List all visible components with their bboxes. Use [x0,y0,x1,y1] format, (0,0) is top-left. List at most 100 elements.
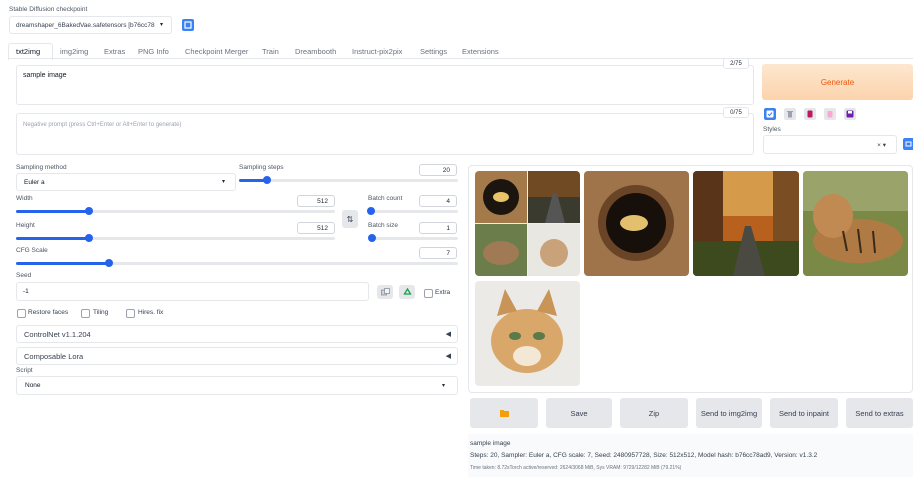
prompt-token-counter: 2/75 [723,58,749,69]
save-style-button[interactable] [844,108,856,120]
save-button[interactable]: Save [546,398,612,428]
bookmark-icon [807,110,813,118]
send-to-img2img-button[interactable]: Send to img2img [696,398,762,428]
width-slider[interactable] [16,207,335,215]
slider-thumb[interactable] [85,207,94,215]
tab-extras[interactable]: Extras [104,47,125,56]
slider-thumb[interactable] [263,176,272,184]
random-seed-button[interactable] [377,285,393,299]
gallery-image-2[interactable] [584,171,689,276]
chevron-down-icon: ▾ [159,22,163,28]
cat-image [475,281,580,386]
gallery-image-4[interactable] [803,171,908,276]
negative-prompt-input[interactable]: Negative prompt (press Ctrl+Enter or Alt… [16,113,754,155]
cfg-scale-input[interactable]: 7 [419,247,457,259]
tab-divider [8,58,913,59]
clear-prompt-button[interactable] [784,108,796,120]
generate-button[interactable]: Generate [762,64,913,100]
info-params: Steps: 20, Sampler: Euler a, CFG scale: … [470,452,818,459]
floppy-disk-icon [846,110,854,118]
extra-seed-checkbox[interactable] [424,289,433,298]
script-value: None [25,382,41,389]
swap-dimensions-button[interactable]: ⇅ [342,210,358,228]
bird-image [584,171,689,276]
batch-size-label: Batch size [368,222,398,229]
styles-select[interactable]: × ▾ [763,135,897,154]
batch-count-slider[interactable] [366,207,458,215]
open-folder-button[interactable] [470,398,538,428]
dice-icon [380,287,390,295]
tiger-image [803,171,908,276]
controlnet-accordion[interactable]: ControlNet v1.1.204 ◀ [16,325,458,343]
hires-fix-label: Hires. fix [138,309,164,316]
show-extra-networks-button[interactable] [764,108,776,120]
zip-button[interactable]: Zip [620,398,688,428]
sampling-steps-slider[interactable] [239,176,458,184]
tab-train[interactable]: Train [262,47,279,56]
tab-extensions[interactable]: Extensions [462,47,499,56]
tiling-checkbox[interactable] [81,309,90,318]
slider-fill [16,237,90,240]
hires-fix-checkbox[interactable] [126,309,135,318]
width-input[interactable]: 512 [297,195,335,207]
sampling-method-select[interactable]: Euler a ▾ [16,173,236,191]
restore-faces-checkbox[interactable] [17,309,26,318]
sampling-method-label: Sampling method [16,164,67,171]
seed-value: -1 [23,288,29,295]
controlnet-accordion-title: ControlNet v1.1.204 [24,330,91,339]
checkpoint-select[interactable]: dreamshaper_6BakedVae.safetensors [b76cc… [9,16,172,34]
tab-instruct-pix2pix[interactable]: Instruct-pix2pix [352,47,402,56]
prompt-input[interactable]: sample image [16,65,754,105]
height-slider[interactable] [16,234,335,242]
checkpoint-value: dreamshaper_6BakedVae.safetensors [b76cc… [16,22,155,29]
info-prompt: sample image [470,440,511,447]
slider-thumb[interactable] [104,259,113,267]
checkpoint-label: Stable Diffusion checkpoint [9,6,88,13]
reuse-seed-button[interactable] [399,285,415,299]
styles-clear-chevron[interactable]: × ▾ [877,141,886,149]
tab-settings[interactable]: Settings [420,47,447,56]
caret-left-icon: ◀ [445,353,451,360]
recycle-icon [402,287,412,295]
tab-checkpoint-merger[interactable]: Checkpoint Merger [185,47,248,56]
height-label: Height [16,222,35,229]
refresh-styles-button[interactable] [903,138,913,150]
composable-lora-accordion[interactable]: Composable Lora ◀ [16,347,458,365]
gallery-image-5[interactable] [475,281,580,386]
tab-dreambooth[interactable]: Dreambooth [295,47,336,56]
composable-lora-accordion-title: Composable Lora [24,352,84,361]
folder-icon [499,410,509,417]
road-image [693,171,799,276]
tab-txt2img[interactable]: txt2img [16,47,40,56]
trash-icon [787,111,793,118]
sampling-steps-input[interactable]: 20 [419,164,457,176]
negative-prompt-token-counter: 0/75 [723,107,749,118]
width-label: Width [16,195,33,202]
send-to-inpaint-button[interactable]: Send to inpaint [770,398,838,428]
script-select[interactable]: None ▾ [16,376,458,395]
height-input[interactable]: 512 [297,222,335,234]
slider-fill [16,210,90,213]
batch-size-input[interactable]: 1 [419,222,457,234]
cfg-scale-slider[interactable] [16,259,458,267]
refresh-icon [905,141,912,147]
gallery-image-3[interactable] [693,171,799,276]
tab-img2img[interactable]: img2img [60,47,88,56]
restore-faces-label: Restore faces [28,309,69,316]
slider-thumb[interactable] [85,234,94,242]
gallery-image-grid[interactable] [475,171,580,276]
batch-size-slider[interactable] [368,234,458,242]
apply-style-button[interactable] [824,108,836,120]
slider-thumb[interactable] [368,234,376,242]
refresh-checkpoint-button[interactable] [182,19,194,31]
slider-thumb[interactable] [366,207,375,215]
seed-input[interactable]: -1 [16,282,369,301]
read-params-button[interactable] [804,108,816,120]
info-time: Time taken: 8.72sTorch active/reserved: … [470,465,682,471]
tab-png-info[interactable]: PNG Info [138,47,169,56]
chevron-down-icon: ▾ [441,383,445,389]
tiling-label: Tiling [93,309,109,316]
batch-count-input[interactable]: 4 [419,195,457,207]
send-to-extras-button[interactable]: Send to extras [846,398,913,428]
caret-left-icon: ◀ [445,331,451,338]
